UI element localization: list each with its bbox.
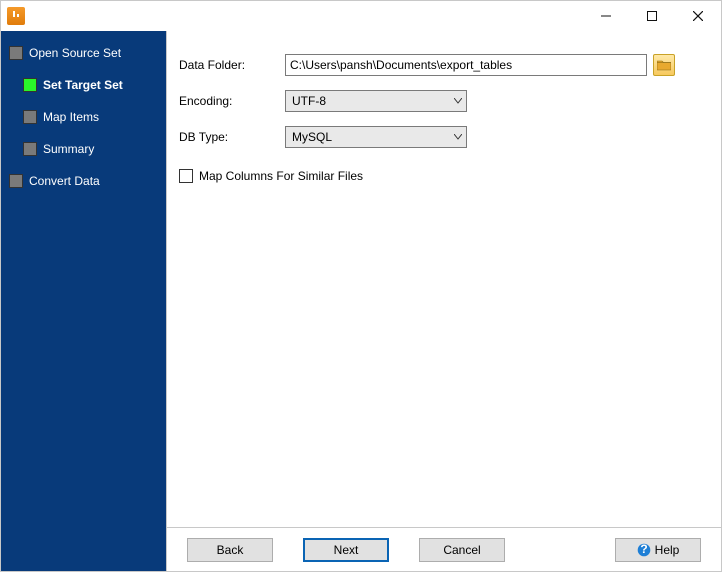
wizard-window: Open Source Set Set Target Set Map Items… — [0, 0, 722, 572]
sidebar-item-label: Map Items — [43, 110, 99, 124]
help-button[interactable]: ? Help — [615, 538, 701, 562]
map-columns-row: Map Columns For Similar Files — [179, 169, 705, 183]
wizard-sidebar: Open Source Set Set Target Set Map Items… — [1, 31, 166, 571]
sidebar-item-map-items[interactable]: Map Items — [9, 101, 162, 133]
back-button[interactable]: Back — [187, 538, 273, 562]
window-controls — [583, 2, 721, 30]
next-button[interactable]: Next — [303, 538, 389, 562]
map-columns-label: Map Columns For Similar Files — [199, 169, 363, 183]
sidebar-item-convert-data[interactable]: Convert Data — [9, 165, 162, 197]
step-icon — [23, 110, 37, 124]
button-bar: Back Next Cancel ? Help — [167, 527, 721, 571]
step-icon — [23, 142, 37, 156]
chevron-down-icon — [454, 98, 462, 104]
dbtype-label: DB Type: — [179, 130, 285, 144]
sidebar-item-label: Open Source Set — [29, 46, 121, 60]
titlebar — [1, 1, 721, 31]
chevron-down-icon — [454, 134, 462, 140]
dbtype-combo[interactable]: MySQL — [285, 126, 467, 148]
sidebar-item-label: Set Target Set — [43, 78, 123, 92]
minimize-button[interactable] — [583, 2, 629, 30]
encoding-row: Encoding: UTF-8 — [179, 83, 705, 119]
cancel-button[interactable]: Cancel — [419, 538, 505, 562]
map-columns-checkbox[interactable] — [179, 169, 193, 183]
step-icon — [9, 174, 23, 188]
encoding-value: UTF-8 — [292, 94, 326, 108]
sidebar-item-set-target-set[interactable]: Set Target Set — [9, 69, 162, 101]
sidebar-item-summary[interactable]: Summary — [9, 133, 162, 165]
sidebar-item-open-source-set[interactable]: Open Source Set — [9, 37, 162, 69]
app-icon — [7, 7, 25, 25]
dbtype-value: MySQL — [292, 130, 332, 144]
data-folder-input[interactable] — [285, 54, 647, 76]
browse-folder-button[interactable] — [653, 54, 675, 76]
svg-text:?: ? — [640, 543, 647, 556]
sidebar-item-label: Summary — [43, 142, 94, 156]
close-button[interactable] — [675, 2, 721, 30]
data-folder-row: Data Folder: — [179, 47, 705, 83]
step-icon — [23, 78, 37, 92]
sidebar-item-label: Convert Data — [29, 174, 100, 188]
main-panel: Data Folder: Encoding: UTF-8 — [166, 31, 721, 571]
maximize-button[interactable] — [629, 2, 675, 30]
body-area: Open Source Set Set Target Set Map Items… — [1, 31, 721, 571]
encoding-combo[interactable]: UTF-8 — [285, 90, 467, 112]
data-folder-label: Data Folder: — [179, 58, 285, 72]
encoding-label: Encoding: — [179, 94, 285, 108]
dbtype-row: DB Type: MySQL — [179, 119, 705, 155]
help-icon: ? — [637, 543, 651, 557]
form-area: Data Folder: Encoding: UTF-8 — [167, 31, 721, 527]
step-icon — [9, 46, 23, 60]
